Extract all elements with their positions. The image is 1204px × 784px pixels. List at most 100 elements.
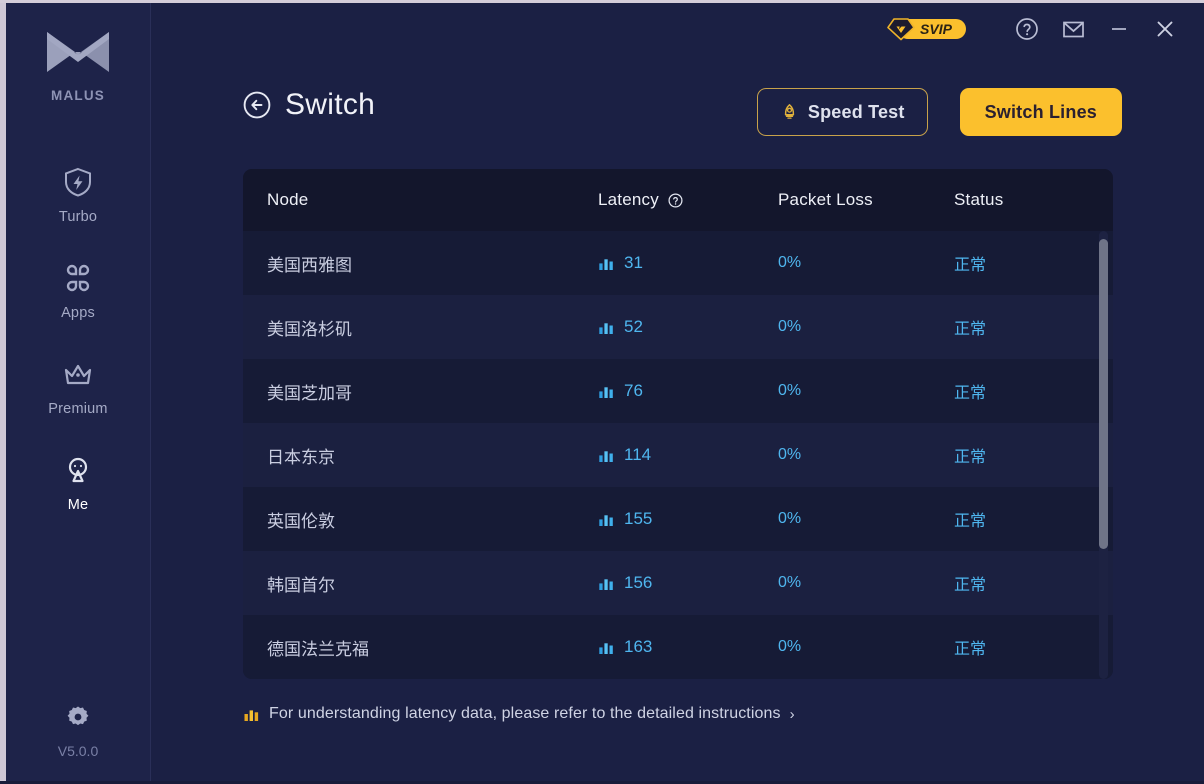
node-table: Node Latency Packet Loss Status 美国西雅图 31… (243, 169, 1113, 679)
column-header-status: Status (954, 190, 1113, 210)
table-row[interactable]: 美国芝加哥 760%正常 (243, 359, 1113, 423)
cell-node: 英国伦敦 (243, 507, 598, 532)
minimize-button[interactable] (1096, 6, 1142, 52)
latency-info-text: For understanding latency data, please r… (269, 705, 781, 723)
user-avatar-icon (62, 454, 94, 486)
main-content: Switch Speed Test Switch Lines Node Late… (151, 55, 1204, 781)
cell-packet-loss: 0% (778, 446, 954, 464)
sidebar-bottom: V5.0.0 (6, 704, 150, 759)
sidebar-item-turbo[interactable]: Turbo (6, 147, 150, 243)
chevron-right-icon: › (790, 706, 795, 723)
cell-latency: 114 (598, 445, 778, 465)
table-rows-container: 美国西雅图 310%正常美国洛杉矶 520%正常美国芝加哥 760%正常日本东京… (243, 231, 1113, 679)
cell-packet-loss: 0% (778, 318, 954, 336)
svip-badge-button[interactable]: SVIP (884, 17, 968, 41)
column-header-node: Node (243, 190, 598, 210)
shield-bolt-icon (62, 166, 94, 198)
app-window: MALUS Turbo Apps (0, 0, 1204, 784)
gear-icon (65, 704, 91, 730)
back-arrow-circle-icon (243, 91, 271, 119)
speed-test-label: Speed Test (808, 102, 905, 123)
table-scrollbar-thumb[interactable] (1099, 239, 1108, 549)
svip-label: SVIP (920, 21, 953, 37)
cell-packet-loss: 0% (778, 254, 954, 272)
table-row[interactable]: 英国伦敦 1550%正常 (243, 487, 1113, 551)
table-header-row: Node Latency Packet Loss Status (243, 169, 1113, 231)
cell-status: 正常 (954, 635, 1113, 659)
cell-node: 美国西雅图 (243, 251, 598, 276)
rocket-icon (780, 103, 799, 122)
signal-bars-icon (598, 639, 615, 656)
app-version: V5.0.0 (58, 743, 98, 759)
question-circle-small-icon[interactable] (668, 193, 683, 208)
help-button[interactable] (1004, 6, 1050, 52)
cell-packet-loss: 0% (778, 574, 954, 592)
sidebar-item-me[interactable]: Me (6, 435, 150, 531)
envelope-icon (1061, 17, 1086, 42)
table-row[interactable]: 韩国首尔 156 0%正常 (243, 551, 1113, 615)
cell-latency: 52 (598, 317, 778, 337)
close-button[interactable] (1142, 6, 1188, 52)
sidebar-item-premium[interactable]: Premium (6, 339, 150, 435)
signal-bars-icon (598, 511, 615, 528)
table-row[interactable]: 德国法兰克福 1630%正常 (243, 615, 1113, 679)
sidebar-nav: Turbo Apps Premium (6, 147, 150, 531)
cell-status: 正常 (954, 571, 1113, 595)
sidebar-item-premium-label: Premium (48, 401, 107, 417)
sidebar: MALUS Turbo Apps (6, 3, 151, 781)
speed-test-button[interactable]: Speed Test (757, 88, 928, 136)
crown-icon (62, 358, 94, 390)
cell-latency-value: 76 (624, 381, 643, 401)
table-body: 美国西雅图 310%正常美国洛杉矶 520%正常美国芝加哥 760%正常日本东京… (243, 231, 1113, 679)
column-header-latency: Latency (598, 190, 778, 210)
back-button[interactable] (243, 91, 271, 119)
table-row[interactable]: 美国洛杉矶 520%正常 (243, 295, 1113, 359)
sidebar-item-me-label: Me (68, 497, 89, 513)
page-title: Switch (285, 88, 375, 122)
signal-bars-icon (598, 255, 615, 272)
cell-latency: 76 (598, 381, 778, 401)
minimize-icon (1108, 18, 1130, 40)
mail-button[interactable] (1050, 6, 1096, 52)
latency-info-link[interactable]: For understanding latency data, please r… (243, 705, 795, 723)
signal-bars-icon (598, 575, 615, 592)
table-row[interactable]: 美国西雅图 310%正常 (243, 231, 1113, 295)
page-header: Switch (243, 88, 375, 122)
column-header-latency-label: Latency (598, 190, 659, 210)
cell-status: 正常 (954, 379, 1113, 403)
cell-latency-value: 155 (624, 509, 652, 529)
header-actions: Speed Test Switch Lines (757, 88, 1122, 136)
question-circle-icon (1015, 17, 1039, 41)
cell-latency: 31 (598, 253, 778, 273)
brand: MALUS (6, 29, 150, 103)
apps-grid-icon (62, 262, 94, 294)
cell-latency: 155 (598, 509, 778, 529)
cell-status: 正常 (954, 443, 1113, 467)
cell-node: 美国洛杉矶 (243, 315, 598, 340)
sidebar-item-apps[interactable]: Apps (6, 243, 150, 339)
signal-bars-icon (598, 447, 615, 464)
signal-bars-icon (598, 319, 615, 336)
brand-name: MALUS (51, 88, 105, 103)
switch-lines-button[interactable]: Switch Lines (960, 88, 1122, 136)
cell-status: 正常 (954, 507, 1113, 531)
table-scrollbar[interactable] (1099, 231, 1108, 679)
svip-badge-icon: SVIP (884, 17, 968, 41)
cell-latency-value: 156 (624, 573, 652, 593)
cell-node: 日本东京 (243, 443, 598, 468)
titlebar: SVIP (151, 3, 1204, 55)
signal-bars-icon (598, 383, 615, 400)
malus-butterfly-logo-icon (45, 29, 111, 75)
cell-latency-value: 114 (624, 445, 651, 465)
cell-node: 美国芝加哥 (243, 379, 598, 404)
table-row[interactable]: 日本东京 114 0%正常 (243, 423, 1113, 487)
cell-packet-loss: 0% (778, 638, 954, 656)
cell-node: 韩国首尔 (243, 571, 598, 596)
cell-status: 正常 (954, 315, 1113, 339)
cell-latency: 156 (598, 573, 778, 593)
settings-button[interactable] (65, 704, 91, 730)
cell-latency: 163 (598, 637, 778, 657)
cell-status: 正常 (954, 251, 1113, 275)
sidebar-item-turbo-label: Turbo (59, 209, 97, 225)
column-header-packet-loss: Packet Loss (778, 190, 954, 210)
